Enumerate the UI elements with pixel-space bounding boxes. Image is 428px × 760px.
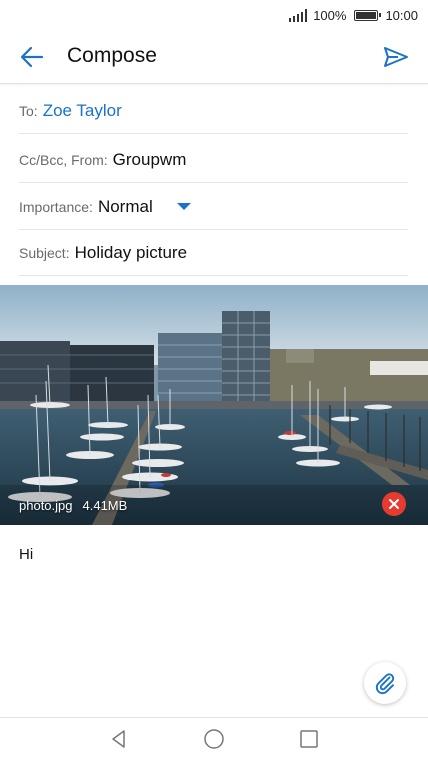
nav-back-button[interactable] [108, 728, 130, 750]
attachment-size: 4.41MB [82, 498, 128, 513]
circle-home-icon [204, 729, 224, 749]
to-field[interactable]: To: Zoe Taylor [19, 88, 408, 134]
send-button[interactable] [382, 43, 410, 71]
subject-input[interactable]: Holiday picture [75, 243, 187, 263]
navigation-bar [0, 717, 428, 760]
recipient-chip[interactable]: Zoe Taylor [43, 101, 122, 121]
cc-bcc-from-label: Cc/Bcc, From: [19, 151, 108, 168]
signal-icon [288, 8, 308, 22]
subject-field[interactable]: Subject: Holiday picture [19, 230, 408, 276]
close-icon [389, 499, 399, 509]
message-body[interactable]: Hi [19, 546, 33, 563]
attachment-preview[interactable]: photo.jpg 4.41MB [0, 285, 428, 525]
back-button[interactable] [18, 43, 46, 71]
battery-percent: 100% [313, 7, 347, 23]
cc-bcc-from-field[interactable]: Cc/Bcc, From: Groupwm [19, 137, 408, 183]
importance-field[interactable]: Importance: Normal [19, 184, 408, 230]
page-title: Compose [67, 44, 157, 67]
nav-recent-button[interactable] [298, 728, 320, 750]
battery-icon [354, 9, 382, 21]
attachment-info: photo.jpg 4.41MB [19, 498, 127, 513]
send-icon [384, 47, 408, 67]
triangle-back-icon [112, 730, 125, 748]
importance-label: Importance: [19, 198, 93, 215]
app-bar: Compose [0, 30, 428, 84]
importance-select[interactable]: Normal [98, 197, 153, 217]
attachment-filename: photo.jpg [19, 498, 73, 513]
dropdown-arrow-icon[interactable] [176, 203, 191, 210]
clock: 10:00 [385, 7, 418, 23]
nav-home-button[interactable] [203, 728, 225, 750]
attach-button[interactable] [364, 662, 406, 704]
remove-attachment-button[interactable] [382, 492, 406, 516]
paperclip-icon [375, 673, 395, 695]
status-bar: 100% 10:00 [0, 0, 428, 30]
to-label: To: [19, 102, 38, 119]
arrow-left-icon [20, 46, 44, 68]
square-recent-icon [300, 730, 318, 748]
from-account: Groupwm [112, 149, 187, 169]
harbor-photo [0, 285, 428, 525]
subject-label: Subject: [19, 244, 70, 261]
